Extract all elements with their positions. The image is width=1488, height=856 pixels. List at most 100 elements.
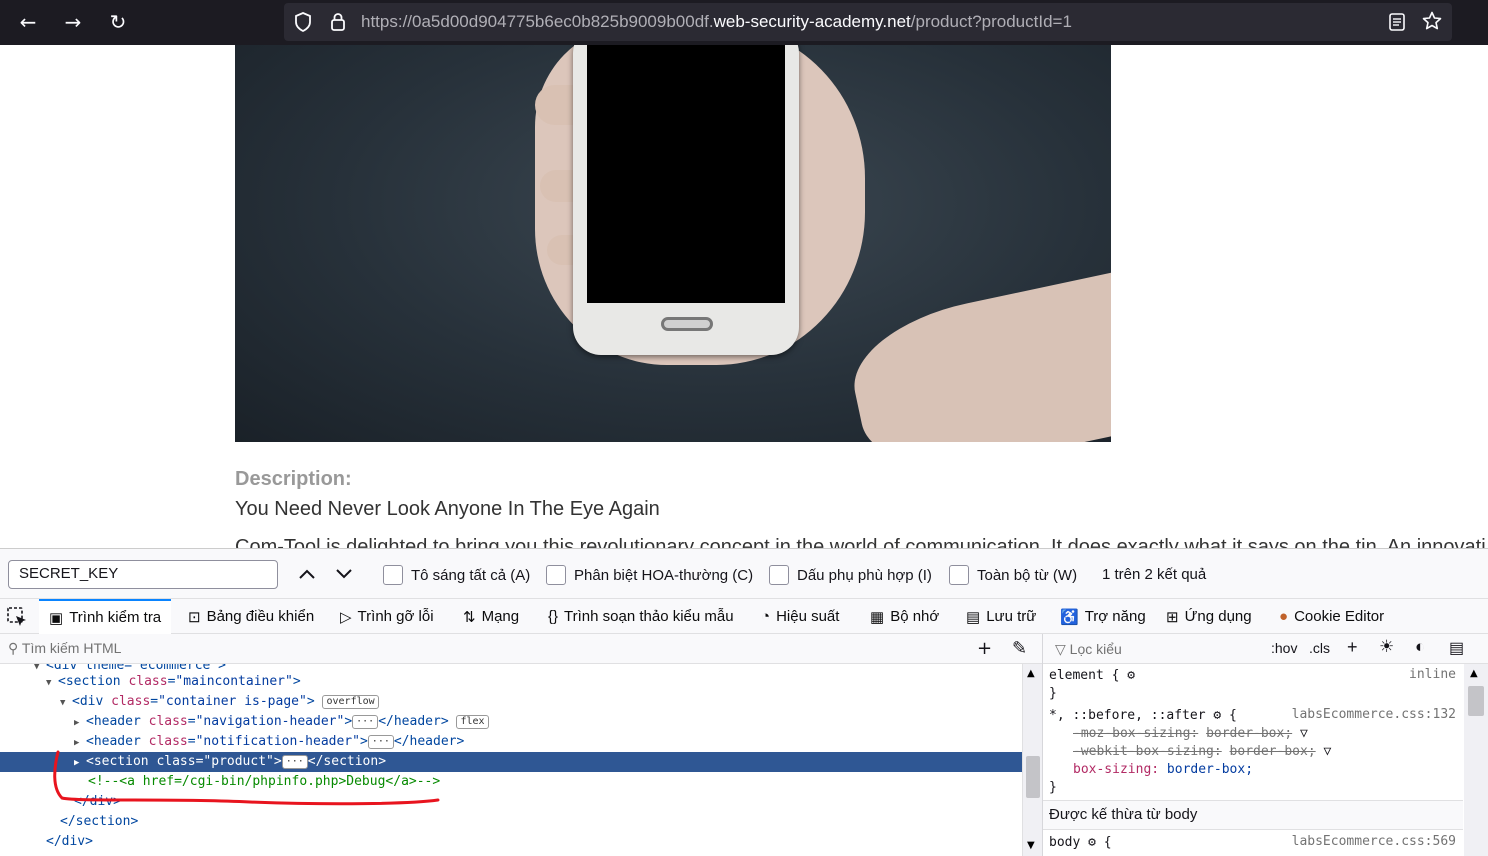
markup-line[interactable]: ▶ <header class="navigation-header"> ··· </… xyxy=(0,712,1022,732)
rules-scrollbar[interactable]: ▲ xyxy=(1464,664,1488,856)
tab-application[interactable]: ⊞ Ứng dụng xyxy=(1166,599,1252,634)
checkbox-box[interactable] xyxy=(769,565,789,585)
filter-icon[interactable]: ▽ xyxy=(1323,744,1331,759)
filter-icon[interactable]: ▽ xyxy=(1300,726,1308,741)
search-icon: ⚲ xyxy=(8,640,22,656)
print-simulation-button[interactable]: ▤ xyxy=(1449,638,1464,658)
body-rule-selector[interactable]: body ⚙ { xyxy=(1049,834,1112,852)
checkbox-box[interactable] xyxy=(383,565,403,585)
reader-view-icon[interactable] xyxy=(1388,13,1406,31)
tag-text: </header> xyxy=(393,734,465,749)
collapse-icon[interactable]: ▶ xyxy=(74,753,86,773)
image-phone xyxy=(573,45,799,355)
scroll-thumb[interactable] xyxy=(1468,686,1484,716)
element-picker-icon[interactable] xyxy=(6,606,28,628)
eyedropper-button[interactable]: ✎ xyxy=(1012,638,1027,659)
whole-words-checkbox[interactable]: Toàn bộ từ (W) xyxy=(949,564,1077,586)
selector-text: *, ::before, ::after xyxy=(1049,708,1206,723)
expand-icon[interactable]: ▼ xyxy=(46,673,58,693)
cls-button[interactable]: .cls xyxy=(1309,640,1330,656)
match-case-checkbox[interactable]: Phân biệt HOA-thường (C) xyxy=(546,564,753,586)
tab-style-editor[interactable]: {} Trình soạn thảo kiểu mẫu xyxy=(548,599,734,634)
gear-icon[interactable]: ⚙ xyxy=(1127,668,1135,683)
add-rule-button[interactable]: + xyxy=(1347,637,1358,658)
sun-icon: ☀ xyxy=(1379,637,1395,656)
tab-inspector[interactable]: ▣ Trình kiểm tra xyxy=(39,599,172,634)
gear-icon[interactable]: ⚙ xyxy=(1088,835,1096,850)
tab-console[interactable]: ⊡ Bảng điều khiển xyxy=(188,599,314,634)
debugger-icon: ▷ xyxy=(340,608,352,626)
rule-source-link[interactable]: labsEcommerce.css:132 xyxy=(1292,707,1456,722)
markup-line-selected[interactable]: ▶ <section class="product"> ··· </section> xyxy=(0,752,1022,772)
body-rule-source-link[interactable]: labsEcommerce.css:569 xyxy=(1292,834,1456,849)
ellipsis-badge[interactable]: ··· xyxy=(281,754,308,769)
lock-icon[interactable] xyxy=(330,12,346,32)
overflow-badge[interactable]: overflow xyxy=(322,694,379,709)
checkbox-box[interactable] xyxy=(949,565,969,585)
expand-icon[interactable]: ▼ xyxy=(60,693,72,713)
tab-label: Ứng dụng xyxy=(1184,608,1252,625)
html-search-input[interactable]: ⚲ Tìm kiếm HTML xyxy=(8,640,121,657)
box-sizing-declaration[interactable]: box-sizing: border-box; xyxy=(1073,761,1253,779)
tab-accessibility[interactable]: ♿ Trợ năng xyxy=(1060,599,1146,634)
tab-network[interactable]: ⇅ Mạng xyxy=(463,599,519,634)
url-text[interactable]: https://0a5d00d904775b6ec0b825b9009b00df… xyxy=(361,12,1072,32)
match-diacritics-checkbox[interactable]: Dấu phụ phù hợp (I) xyxy=(769,564,932,586)
markup-scrollbar[interactable]: ▲ ▼ xyxy=(1022,664,1042,856)
webkit-box-sizing-declaration[interactable]: -webkit-box-sizing: border-box; ▽ xyxy=(1073,743,1331,761)
checkbox-label: Tô sáng tất cả (A) xyxy=(411,566,531,584)
checkbox-box[interactable] xyxy=(546,565,566,585)
markup-line[interactable]: ▼ <div class="container is-page"> overflo… xyxy=(0,692,1022,712)
find-next-button[interactable] xyxy=(330,561,358,587)
reload-button[interactable]: ↻ xyxy=(103,7,133,37)
back-button[interactable]: ← xyxy=(13,7,43,37)
element-rule-selector[interactable]: element { ⚙ xyxy=(1049,667,1135,685)
html-comment: <!--<a href=/cgi-bin/phpinfo.php>Debug</… xyxy=(88,774,441,789)
collapse-icon[interactable]: ▶ xyxy=(74,713,86,733)
selector-text: body xyxy=(1049,835,1081,850)
find-input[interactable]: SECRET_KEY xyxy=(8,560,278,589)
image-phone-screen xyxy=(587,45,785,303)
scroll-down-icon[interactable]: ▼ xyxy=(1027,840,1035,851)
dark-scheme-button[interactable]: ◐ xyxy=(1415,637,1425,657)
markup-line[interactable]: <!--<a href=/cgi-bin/phpinfo.php>Debug</… xyxy=(0,772,1022,792)
tab-storage[interactable]: ▤ Lưu trữ xyxy=(966,599,1036,634)
universal-rule-selector[interactable]: *, ::before, ::after ⚙ { xyxy=(1049,707,1237,725)
tab-memory[interactable]: ▦ Bộ nhớ xyxy=(870,599,939,634)
bookmark-star-icon[interactable] xyxy=(1422,11,1442,31)
filter-styles-input[interactable]: ▽ Lọc kiểu xyxy=(1055,641,1122,658)
flex-badge[interactable]: flex xyxy=(456,714,489,729)
find-previous-button[interactable] xyxy=(293,561,321,587)
tab-cookie-editor[interactable]: ● Cookie Editor xyxy=(1279,599,1384,634)
inspector-toolbar: ⚲ Tìm kiếm HTML + ✎ xyxy=(0,634,1042,664)
highlight-all-checkbox[interactable]: Tô sáng tất cả (A) xyxy=(383,564,530,586)
ellipsis-badge[interactable]: ··· xyxy=(367,734,394,749)
markup-line[interactable]: ▶ <header class="notification-header"> ···… xyxy=(0,732,1022,752)
markup-line[interactable]: </section> xyxy=(0,812,1022,832)
markup-line[interactable]: ▼ <section class="maincontainer"> xyxy=(0,672,1022,692)
scroll-up-icon[interactable]: ▲ xyxy=(1027,668,1035,679)
tag-text: </header> xyxy=(378,714,457,729)
scroll-up-icon[interactable]: ▲ xyxy=(1470,668,1478,679)
attr-name: class xyxy=(148,734,188,749)
tab-performance[interactable]: ◔ Hiệu suất xyxy=(761,599,839,634)
markup-line[interactable]: </div> xyxy=(0,832,1022,852)
tab-debugger[interactable]: ▷ Trình gỡ lỗi xyxy=(340,599,434,634)
markup-line[interactable]: </div> xyxy=(0,792,1022,812)
checkbox-label: Toàn bộ từ (W) xyxy=(977,566,1078,584)
scroll-thumb[interactable] xyxy=(1026,756,1040,798)
ellipsis-badge[interactable]: ··· xyxy=(352,714,379,729)
collapse-icon[interactable]: ▶ xyxy=(74,733,86,753)
hov-button[interactable]: :hov xyxy=(1271,640,1297,656)
url-bar[interactable]: https://0a5d00d904775b6ec0b825b9009b00df… xyxy=(284,3,1452,41)
add-node-button[interactable]: + xyxy=(977,638,992,659)
forward-button[interactable]: → xyxy=(58,7,88,37)
image-phone-home-button xyxy=(661,317,713,331)
moz-box-sizing-declaration[interactable]: -moz-box-sizing: border-box; ▽ xyxy=(1073,725,1308,743)
search-placeholder: Tìm kiếm HTML xyxy=(21,640,122,656)
document-icon: ▤ xyxy=(1449,640,1465,657)
light-scheme-button[interactable]: ☀ xyxy=(1379,637,1394,657)
shield-icon[interactable] xyxy=(294,12,312,32)
gear-icon[interactable]: ⚙ xyxy=(1213,708,1221,723)
markup-view[interactable]: ▼ <div theme="ecommerce"> ▼ <section class… xyxy=(0,664,1022,856)
